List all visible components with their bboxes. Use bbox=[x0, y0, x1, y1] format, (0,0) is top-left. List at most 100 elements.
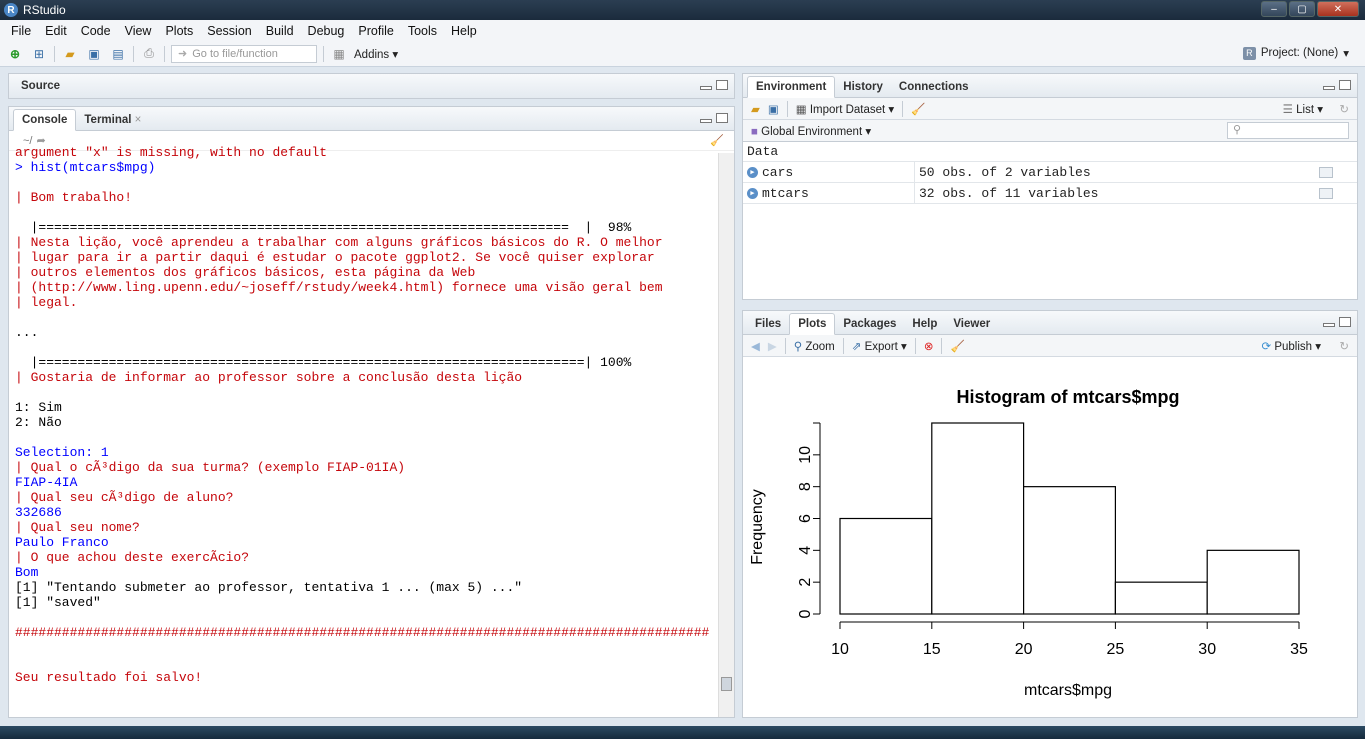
source-pane: Source bbox=[8, 73, 735, 99]
tab-packages[interactable]: Packages bbox=[835, 314, 904, 334]
console-scrollbar[interactable] bbox=[718, 153, 734, 717]
scroll-thumb[interactable] bbox=[721, 677, 732, 691]
window-controls: – ▢ ✕ bbox=[1261, 1, 1359, 17]
expand-icon[interactable]: ▶ bbox=[747, 187, 758, 199]
minimize-pane-icon[interactable] bbox=[700, 86, 712, 90]
minimize-pane-icon[interactable] bbox=[700, 119, 712, 123]
export-icon: ⇗ bbox=[851, 340, 862, 353]
close-window-button[interactable]: ✕ bbox=[1317, 1, 1359, 17]
remove-plot-icon[interactable]: ⊗ bbox=[924, 339, 934, 353]
maximize-pane-icon[interactable] bbox=[1339, 317, 1351, 327]
menu-build[interactable]: Build bbox=[259, 24, 301, 38]
save-workspace-icon[interactable]: ▣ bbox=[768, 102, 779, 116]
list-view-menu[interactable]: ☰ List ▾ bbox=[1283, 102, 1323, 116]
environment-pane-controls bbox=[1323, 80, 1351, 90]
load-workspace-icon[interactable]: ▰ bbox=[751, 102, 760, 116]
menu-session[interactable]: Session bbox=[200, 24, 258, 38]
menu-edit[interactable]: Edit bbox=[38, 24, 74, 38]
expand-icon[interactable]: ▶ bbox=[747, 166, 758, 178]
env-row-value: 32 obs. of 11 variables bbox=[919, 185, 1099, 201]
rstudio-logo-icon: R bbox=[4, 3, 18, 17]
refresh-icon[interactable]: ↻ bbox=[1339, 339, 1349, 353]
tab-console[interactable]: Console bbox=[13, 109, 77, 131]
project-icon: R bbox=[1242, 46, 1256, 60]
project-menu[interactable]: R Project: (None) ▾ bbox=[1242, 46, 1349, 60]
minimize-pane-icon[interactable] bbox=[1323, 86, 1335, 90]
zoom-button[interactable]: ⚲ Zoom bbox=[794, 339, 835, 353]
tab-environment[interactable]: Environment bbox=[747, 76, 836, 98]
refresh-icon[interactable]: ↻ bbox=[1339, 102, 1349, 116]
menu-code[interactable]: Code bbox=[74, 24, 118, 38]
source-title[interactable]: Source bbox=[13, 76, 68, 96]
plots-pane: Files Plots Packages Help Viewer ◀ ▶ ⚲ Z… bbox=[742, 310, 1358, 718]
x-axis-label: mtcars$mpg bbox=[1024, 682, 1112, 699]
menu-help[interactable]: Help bbox=[444, 24, 484, 38]
toolbar-divider bbox=[914, 337, 916, 354]
scope-menu[interactable]: ■ Global Environment ▾ bbox=[751, 124, 871, 138]
console-line: [1] "Tentando submeter ao professor, ten… bbox=[15, 580, 523, 595]
chart-title: Histogram of mtcars$mpg bbox=[956, 387, 1179, 407]
console-output[interactable]: argument "x" is missing, with no default… bbox=[9, 145, 734, 717]
source-pane-header: Source bbox=[9, 74, 734, 98]
minimize-button[interactable]: – bbox=[1261, 1, 1287, 17]
menu-tools[interactable]: Tools bbox=[401, 24, 444, 38]
toolbar-divider bbox=[941, 337, 943, 354]
menu-view[interactable]: View bbox=[118, 24, 159, 38]
close-icon[interactable]: × bbox=[135, 114, 142, 126]
tab-viewer[interactable]: Viewer bbox=[945, 314, 998, 334]
maximize-pane-icon[interactable] bbox=[716, 80, 728, 90]
console-line: |=======================================… bbox=[15, 355, 632, 370]
env-row-value: 50 obs. of 2 variables bbox=[919, 164, 1091, 180]
print-icon[interactable]: ⎙ bbox=[140, 46, 158, 62]
environment-pane: Environment History Connections ▰ ▣ ▦ Im… bbox=[742, 73, 1358, 300]
menu-debug[interactable]: Debug bbox=[301, 24, 352, 38]
env-row-mtcars[interactable]: ▶ mtcars 32 obs. of 11 variables bbox=[743, 183, 1357, 204]
export-menu[interactable]: ⇗ Export ▾ bbox=[852, 339, 907, 353]
window-titlebar: R RStudio – ▢ ✕ bbox=[0, 0, 1365, 20]
grid-layout-icon[interactable]: ▦ bbox=[330, 46, 348, 62]
addins-menu[interactable]: Addins ▾ bbox=[354, 47, 398, 61]
menu-profile[interactable]: Profile bbox=[351, 24, 400, 38]
save-icon[interactable]: ▣ bbox=[85, 46, 103, 62]
tab-terminal[interactable]: Terminal × bbox=[76, 110, 149, 130]
console-line: FIAP-4IA bbox=[15, 475, 78, 490]
menu-file[interactable]: File bbox=[4, 24, 38, 38]
goto-file-input[interactable]: ➜ Go to file/function bbox=[171, 44, 317, 63]
tab-plots[interactable]: Plots bbox=[789, 313, 836, 335]
publish-menu[interactable]: ⟳ Publish ▾ bbox=[1261, 339, 1321, 353]
save-all-icon[interactable]: ▤ bbox=[109, 46, 127, 62]
plots-toolbar: ◀ ▶ ⚲ Zoom ⇗ Export ▾ ⊗ 🧹 ⟳ Publish ▾ ↻ bbox=[743, 335, 1357, 357]
new-file-icon[interactable]: ⊕ bbox=[6, 46, 24, 62]
tab-connections[interactable]: Connections bbox=[891, 77, 977, 97]
tab-help[interactable]: Help bbox=[904, 314, 945, 334]
import-dataset-button[interactable]: ▦ Import Dataset ▾ bbox=[796, 102, 894, 116]
env-row-name: cars bbox=[762, 164, 794, 180]
forward-arrow-icon[interactable]: ▶ bbox=[768, 339, 777, 353]
maximize-pane-icon[interactable] bbox=[1339, 80, 1351, 90]
menu-plots[interactable]: Plots bbox=[158, 24, 200, 38]
view-table-icon[interactable] bbox=[1319, 166, 1333, 178]
tab-history[interactable]: History bbox=[835, 77, 891, 97]
tab-terminal-label: Terminal bbox=[84, 114, 132, 126]
toolbar-divider bbox=[784, 337, 786, 354]
zoom-label: Zoom bbox=[805, 340, 835, 353]
console-line: | O que achou deste exercÃ­cio? bbox=[15, 550, 250, 565]
broom-icon[interactable]: 🧹 bbox=[911, 102, 925, 116]
r-environment-icon: ■ bbox=[751, 125, 758, 138]
back-arrow-icon[interactable]: ◀ bbox=[751, 339, 760, 353]
maximize-button[interactable]: ▢ bbox=[1289, 1, 1315, 17]
tab-files[interactable]: Files bbox=[747, 314, 789, 334]
plots-tabs: Files Plots Packages Help Viewer bbox=[743, 311, 1357, 335]
env-row-cars[interactable]: ▶ cars 50 obs. of 2 variables bbox=[743, 162, 1357, 183]
maximize-pane-icon[interactable] bbox=[716, 113, 728, 123]
toolbar-divider bbox=[54, 45, 55, 62]
environment-search-input[interactable]: ⚲ bbox=[1227, 122, 1349, 139]
open-folder-icon[interactable]: ▰ bbox=[61, 46, 79, 62]
new-project-icon[interactable]: ⊞ bbox=[30, 46, 48, 62]
minimize-pane-icon[interactable] bbox=[1323, 323, 1335, 327]
broom-icon[interactable]: 🧹 bbox=[950, 339, 964, 353]
console-line: ########################################… bbox=[15, 625, 710, 640]
view-table-icon[interactable] bbox=[1319, 187, 1333, 199]
